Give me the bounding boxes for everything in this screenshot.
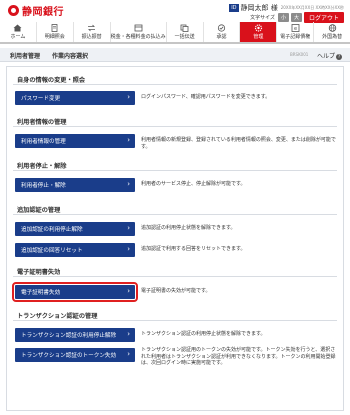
nav-label: 税金・各種料金の払込み [110,34,166,40]
last-login: 20XX年XX月XX日 XX時XX分XX秒 [280,5,344,10]
menu-button[interactable]: トランザクション認証の利用停止解除 › [15,328,135,342]
nav-label: 外国為替 [322,34,343,40]
menu-description: トランザクション認証の利用停止状態を解除できます。 [141,331,266,337]
chevron-right-icon: › [127,245,130,253]
chevron-right-icon: › [127,93,130,101]
nav-label: 管理 [253,34,264,40]
page-header: 利用者管理 作業内容選択 BRSK001 ヘルプ? [0,48,350,62]
bank-logo-mark [8,4,19,16]
menu-button[interactable]: 利用者情報の管理 › [15,134,135,148]
section-divider [13,126,337,127]
menu-button-label: パスワード変更 [21,96,61,102]
section-divider [13,214,337,215]
menu-panel: 自身の情報の変更・照会パスワード変更 › ログインパスワード、確認用パスワードを変更… [6,66,344,411]
page-title: 作業内容選択 [52,53,89,60]
section-title: 利用者停止・解除 [17,163,67,170]
page-category: 利用者管理 [10,53,41,60]
menu-button[interactable]: 追加認証の利用停止解除 › [15,222,135,236]
menu-button-label: 追加認証の回答リセット [21,248,83,254]
svg-text:e: e [294,26,297,32]
font-size-label: 文字サイズ [250,15,275,21]
menu-button-label: トランザクション認証の利用停止解除 [21,333,117,339]
font-size-small-button[interactable]: 小 [277,13,289,22]
user-badge: ID [229,4,239,12]
section-title: 自身の情報の変更・照会 [17,77,86,84]
section-title: 電子証明書失効 [17,269,61,276]
menu-button[interactable]: パスワード変更 › [15,91,135,105]
section-divider [13,170,337,171]
tax-icon [134,24,143,32]
bank-logo: 静岡銀行 [8,3,64,18]
chevron-right-icon: › [127,180,130,188]
section-title: 利用者情報の管理 [17,119,67,126]
approve-icon [217,24,226,32]
chevron-right-icon: › [127,330,130,338]
nav-item-8[interactable]: 外国為替 [314,22,350,42]
nav-item-5[interactable]: 承認 [204,22,241,42]
menu-description: 追加認証の利用停止状態を解除できます。 [141,225,236,231]
chevron-right-icon: › [127,287,130,295]
chevron-right-icon: › [127,224,130,232]
menu-button[interactable]: 利用者停止・解除 › [15,178,135,192]
menu-description: 利用者情報の新規登録、登録されている利用者情報の照会、変更、または削除が可能です… [141,137,336,150]
nav-label: 明細照会 [44,34,65,40]
chevron-right-icon: › [127,350,130,358]
chevron-right-icon: › [127,136,130,144]
transfer-icon [87,24,96,32]
section-divider [13,84,337,85]
help-label: ヘルプ [316,53,335,60]
nav-item-3[interactable]: 税金・各種料金の払込み [111,22,167,42]
home-icon [13,24,22,32]
section-title: トランザクション認証の管理 [17,313,98,320]
menu-button[interactable]: 追加認証の回答リセット › [15,243,135,257]
menu-button-label: 電子証明書失効 [21,290,61,296]
document-icon [50,24,59,32]
help-icon: ? [336,53,342,60]
nav-item-0[interactable]: ホーム [0,22,37,42]
screen-id: BRSK001 [290,52,309,57]
menu-description: 電子証明書の失効が可能です。 [141,288,211,294]
batch-icon [180,24,189,32]
nav-label: 電子記録債権 [280,34,311,40]
nav-item-6[interactable]: 管理 [240,22,278,42]
menu-description: 利用者のサービス停止、停止解除が可能です。 [141,181,246,187]
menu-button-label: 利用者停止・解除 [21,183,66,189]
nav-label: 承認 [216,34,227,40]
menu-button-label: トランザクション認証のトークン失効 [21,353,117,359]
global-nav: ホーム 明細照会 振込振替 税金・各種料金の払込み 一括伝送 承認 管理 e 電子記録債権 外国為… [0,22,350,44]
nav-label: 振込振替 [81,34,102,40]
section-title: 追加認証の管理 [17,207,61,214]
gear-icon [254,24,263,32]
menu-description: 追加認証で利用する回答をリセットできます。 [141,246,246,252]
bank-name: 静岡銀行 [22,6,64,18]
menu-description: トランザクション認証用のトークンの失効が可能です。トークン失効を行うと、選択され… [141,347,336,366]
font-size-large-button[interactable]: 大 [290,13,302,22]
nav-item-2[interactable]: 振込振替 [74,22,111,42]
nav-label: 一括伝送 [174,34,195,40]
ledger-icon: e [291,24,300,32]
globe-icon [328,24,337,32]
menu-description: ログインパスワード、確認用パスワードを変更できます。 [141,94,271,100]
nav-item-7[interactable]: e 電子記録債権 [277,22,315,42]
nav-label: ホーム [10,34,26,40]
menu-button-label: 追加認証の利用停止解除 [21,227,83,233]
nav-item-4[interactable]: 一括伝送 [167,22,204,42]
help-link[interactable]: ヘルプ? [317,51,342,60]
menu-button-label: 利用者情報の管理 [21,139,66,145]
menu-button[interactable]: トランザクション認証のトークン失効 › [15,348,135,362]
section-divider [13,320,337,321]
section-divider [13,276,337,277]
menu-button[interactable]: 電子証明書失効 › [12,282,138,302]
nav-item-1[interactable]: 明細照会 [37,22,74,42]
